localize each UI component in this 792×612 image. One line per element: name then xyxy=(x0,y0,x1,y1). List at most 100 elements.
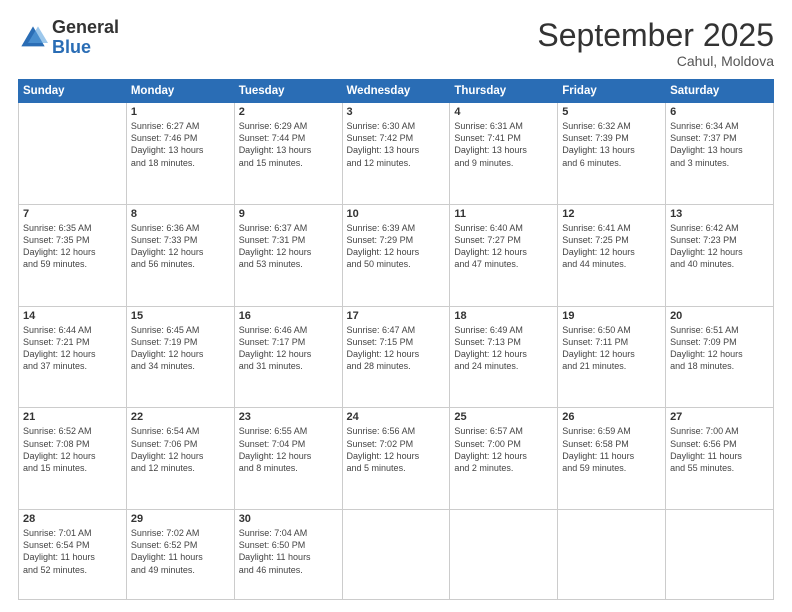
table-cell xyxy=(666,510,774,600)
day-number: 1 xyxy=(131,106,230,118)
title-block: September 2025 Cahul, Moldova xyxy=(537,18,774,69)
day-info: Sunrise: 6:36 AMSunset: 7:33 PMDaylight:… xyxy=(131,222,230,271)
table-cell: 9 Sunrise: 6:37 AMSunset: 7:31 PMDaylight… xyxy=(234,204,342,306)
day-info: Sunrise: 6:40 AMSunset: 7:27 PMDaylight:… xyxy=(454,222,553,271)
table-cell: 28 Sunrise: 7:01 AMSunset: 6:54 PMDayligh… xyxy=(19,510,127,600)
table-cell xyxy=(558,510,666,600)
day-info: Sunrise: 6:37 AMSunset: 7:31 PMDaylight:… xyxy=(239,222,338,271)
table-cell: 1 Sunrise: 6:27 AMSunset: 7:46 PMDaylight… xyxy=(126,103,234,205)
table-cell xyxy=(342,510,450,600)
day-number: 9 xyxy=(239,208,338,220)
calendar-table: Sunday Monday Tuesday Wednesday Thursday… xyxy=(18,79,774,600)
table-cell: 4 Sunrise: 6:31 AMSunset: 7:41 PMDaylight… xyxy=(450,103,558,205)
day-number: 7 xyxy=(23,208,122,220)
day-number: 3 xyxy=(347,106,446,118)
day-info: Sunrise: 6:44 AMSunset: 7:21 PMDaylight:… xyxy=(23,324,122,373)
day-info: Sunrise: 6:32 AMSunset: 7:39 PMDaylight:… xyxy=(562,120,661,169)
day-number: 4 xyxy=(454,106,553,118)
day-number: 27 xyxy=(670,411,769,423)
day-number: 25 xyxy=(454,411,553,423)
day-info: Sunrise: 6:47 AMSunset: 7:15 PMDaylight:… xyxy=(347,324,446,373)
day-number: 6 xyxy=(670,106,769,118)
table-cell: 6Sunrise: 6:34 AMSunset: 7:37 PMDaylight… xyxy=(666,103,774,205)
day-info: Sunrise: 6:27 AMSunset: 7:46 PMDaylight:… xyxy=(131,120,230,169)
col-tuesday: Tuesday xyxy=(234,80,342,103)
table-cell: 14Sunrise: 6:44 AMSunset: 7:21 PMDayligh… xyxy=(19,306,127,408)
table-cell: 23 Sunrise: 6:55 AMSunset: 7:04 PMDayligh… xyxy=(234,408,342,510)
day-info: Sunrise: 7:04 AMSunset: 6:50 PMDaylight:… xyxy=(239,527,338,576)
table-cell: 17 Sunrise: 6:47 AMSunset: 7:15 PMDayligh… xyxy=(342,306,450,408)
logo-blue: Blue xyxy=(52,37,91,57)
day-info: Sunrise: 6:51 AMSunset: 7:09 PMDaylight:… xyxy=(670,324,769,373)
header: General Blue September 2025 Cahul, Moldo… xyxy=(18,18,774,69)
day-info: Sunrise: 6:41 AMSunset: 7:25 PMDaylight:… xyxy=(562,222,661,271)
table-cell: 18 Sunrise: 6:49 AMSunset: 7:13 PMDayligh… xyxy=(450,306,558,408)
day-number: 18 xyxy=(454,310,553,322)
col-friday: Friday xyxy=(558,80,666,103)
day-info: Sunrise: 6:55 AMSunset: 7:04 PMDaylight:… xyxy=(239,425,338,474)
day-info: Sunrise: 6:54 AMSunset: 7:06 PMDaylight:… xyxy=(131,425,230,474)
table-cell: 27 Sunrise: 7:00 AMSunset: 6:56 PMDayligh… xyxy=(666,408,774,510)
logo-icon xyxy=(18,23,48,53)
day-info: Sunrise: 6:57 AMSunset: 7:00 PMDaylight:… xyxy=(454,425,553,474)
day-info: Sunrise: 7:00 AMSunset: 6:56 PMDaylight:… xyxy=(670,425,769,474)
day-number: 10 xyxy=(347,208,446,220)
day-info: Sunrise: 6:59 AMSunset: 6:58 PMDaylight:… xyxy=(562,425,661,474)
day-info: Sunrise: 7:01 AMSunset: 6:54 PMDaylight:… xyxy=(23,527,122,576)
day-info: Sunrise: 7:02 AMSunset: 6:52 PMDaylight:… xyxy=(131,527,230,576)
table-cell: 19 Sunrise: 6:50 AMSunset: 7:11 PMDayligh… xyxy=(558,306,666,408)
day-number: 17 xyxy=(347,310,446,322)
day-number: 30 xyxy=(239,513,338,525)
day-info: Sunrise: 6:52 AMSunset: 7:08 PMDaylight:… xyxy=(23,425,122,474)
table-cell: 10Sunrise: 6:39 AMSunset: 7:29 PMDayligh… xyxy=(342,204,450,306)
day-number: 8 xyxy=(131,208,230,220)
table-cell: 5 Sunrise: 6:32 AMSunset: 7:39 PMDaylight… xyxy=(558,103,666,205)
day-number: 22 xyxy=(131,411,230,423)
page: General Blue September 2025 Cahul, Moldo… xyxy=(0,0,792,612)
col-wednesday: Wednesday xyxy=(342,80,450,103)
day-number: 19 xyxy=(562,310,661,322)
day-info: Sunrise: 6:49 AMSunset: 7:13 PMDaylight:… xyxy=(454,324,553,373)
table-cell: 8 Sunrise: 6:36 AMSunset: 7:33 PMDaylight… xyxy=(126,204,234,306)
day-number: 29 xyxy=(131,513,230,525)
day-number: 16 xyxy=(239,310,338,322)
day-number: 2 xyxy=(239,106,338,118)
table-cell xyxy=(450,510,558,600)
table-cell: 24 Sunrise: 6:56 AMSunset: 7:02 PMDayligh… xyxy=(342,408,450,510)
day-number: 12 xyxy=(562,208,661,220)
day-number: 11 xyxy=(454,208,553,220)
day-info: Sunrise: 6:30 AMSunset: 7:42 PMDaylight:… xyxy=(347,120,446,169)
day-info: Sunrise: 6:46 AMSunset: 7:17 PMDaylight:… xyxy=(239,324,338,373)
col-monday: Monday xyxy=(126,80,234,103)
day-info: Sunrise: 6:50 AMSunset: 7:11 PMDaylight:… xyxy=(562,324,661,373)
calendar-header-row: Sunday Monday Tuesday Wednesday Thursday… xyxy=(19,80,774,103)
table-cell: 21Sunrise: 6:52 AMSunset: 7:08 PMDayligh… xyxy=(19,408,127,510)
table-cell: 30 Sunrise: 7:04 AMSunset: 6:50 PMDayligh… xyxy=(234,510,342,600)
day-info: Sunrise: 6:31 AMSunset: 7:41 PMDaylight:… xyxy=(454,120,553,169)
table-cell xyxy=(19,103,127,205)
table-cell: 22 Sunrise: 6:54 AMSunset: 7:06 PMDayligh… xyxy=(126,408,234,510)
day-number: 26 xyxy=(562,411,661,423)
day-number: 20 xyxy=(670,310,769,322)
day-info: Sunrise: 6:56 AMSunset: 7:02 PMDaylight:… xyxy=(347,425,446,474)
table-cell: 2 Sunrise: 6:29 AMSunset: 7:44 PMDaylight… xyxy=(234,103,342,205)
table-cell: 15 Sunrise: 6:45 AMSunset: 7:19 PMDayligh… xyxy=(126,306,234,408)
table-cell: 7Sunrise: 6:35 AMSunset: 7:35 PMDaylight… xyxy=(19,204,127,306)
table-cell: 11 Sunrise: 6:40 AMSunset: 7:27 PMDayligh… xyxy=(450,204,558,306)
col-thursday: Thursday xyxy=(450,80,558,103)
table-cell: 20 Sunrise: 6:51 AMSunset: 7:09 PMDayligh… xyxy=(666,306,774,408)
logo-general: General xyxy=(52,17,119,37)
table-cell: 25 Sunrise: 6:57 AMSunset: 7:00 PMDayligh… xyxy=(450,408,558,510)
day-number: 28 xyxy=(23,513,122,525)
table-cell: 26 Sunrise: 6:59 AMSunset: 6:58 PMDayligh… xyxy=(558,408,666,510)
day-number: 5 xyxy=(562,106,661,118)
day-number: 24 xyxy=(347,411,446,423)
day-info: Sunrise: 6:45 AMSunset: 7:19 PMDaylight:… xyxy=(131,324,230,373)
day-number: 13 xyxy=(670,208,769,220)
col-sunday: Sunday xyxy=(19,80,127,103)
day-info: Sunrise: 6:29 AMSunset: 7:44 PMDaylight:… xyxy=(239,120,338,169)
table-cell: 16 Sunrise: 6:46 AMSunset: 7:17 PMDayligh… xyxy=(234,306,342,408)
day-number: 15 xyxy=(131,310,230,322)
day-number: 23 xyxy=(239,411,338,423)
table-cell: 13Sunrise: 6:42 AMSunset: 7:23 PMDayligh… xyxy=(666,204,774,306)
